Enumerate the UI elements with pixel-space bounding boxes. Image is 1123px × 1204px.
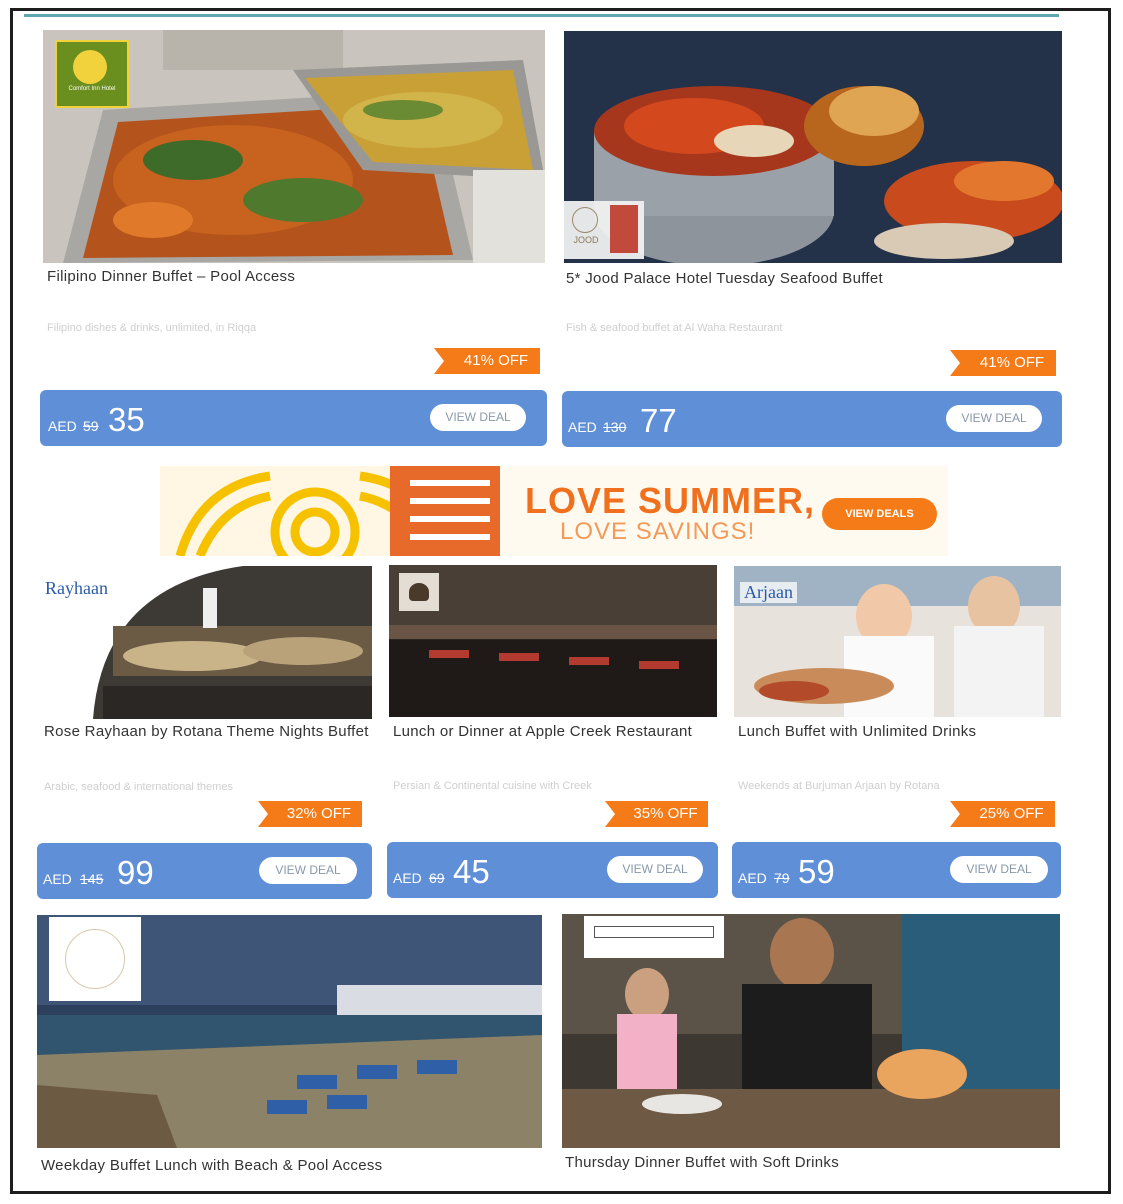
price-bar: AED 145 99 VIEW DEAL xyxy=(37,843,372,899)
deal-subtitle: Arabic, seafood & international themes xyxy=(44,781,233,793)
summer-promo-banner[interactable]: LOVE SUMMER, LOVE SAVINGS! VIEW DEALS xyxy=(160,466,948,556)
price-bar: AED 79 59 VIEW DEAL xyxy=(732,842,1061,898)
deal-title[interactable]: Filipino Dinner Buffet – Pool Access xyxy=(47,268,537,286)
new-price: 77 xyxy=(640,402,677,439)
old-price: 130 xyxy=(603,419,627,435)
new-price: 99 xyxy=(117,854,154,891)
view-deal-button[interactable]: VIEW DEAL xyxy=(950,856,1048,883)
logo-label: Comfort Inn Hotel xyxy=(68,86,116,92)
price-bar: AED 69 45 VIEW DEAL xyxy=(387,842,718,898)
deal-title[interactable]: Weekday Buffet Lunch with Beach & Pool A… xyxy=(41,1157,541,1175)
umbrella-pattern-graphic xyxy=(160,466,500,556)
deal-title[interactable]: Thursday Dinner Buffet with Soft Drinks xyxy=(565,1154,1059,1172)
currency-label: AED xyxy=(568,419,597,435)
price-bar: AED 130 77 VIEW DEAL xyxy=(562,391,1062,447)
apple-creek-logo xyxy=(399,573,439,611)
currency-label: AED xyxy=(43,871,72,887)
new-price: 59 xyxy=(798,853,835,890)
currency-label: AED xyxy=(393,870,422,886)
jood-palace-logo: JOOD xyxy=(564,201,644,259)
deal-title[interactable]: Lunch or Dinner at Apple Creek Restauran… xyxy=(393,723,713,741)
deal-photo-rose-rayhaan[interactable]: Rayhaan xyxy=(43,566,372,719)
old-price: 69 xyxy=(429,870,445,886)
rayhaan-logo: Rayhaan xyxy=(45,578,108,598)
deal-photo-seafood-buffet[interactable]: JOOD xyxy=(564,31,1062,263)
old-price: 79 xyxy=(774,870,790,886)
discount-badge: 41% OFF xyxy=(434,348,540,374)
deal-photo-filipino-buffet[interactable]: Comfort Inn Hotel xyxy=(43,30,545,263)
old-price: 59 xyxy=(83,418,99,434)
view-deal-button[interactable]: VIEW DEAL xyxy=(607,856,703,883)
top-accent-line xyxy=(24,14,1059,17)
discount-badge: 32% OFF xyxy=(258,801,362,827)
logo-label: JOOD xyxy=(573,235,599,245)
deal-photo-beach-buffet[interactable] xyxy=(37,915,542,1148)
deal-title[interactable]: Lunch Buffet with Unlimited Drinks xyxy=(738,723,1058,741)
deal-subtitle: Weekends at Burjuman Arjaan by Rotana xyxy=(738,780,940,792)
deal-subtitle: Fish & seafood buffet at Al Waha Restaur… xyxy=(566,322,783,334)
deal-subtitle: Persian & Continental cuisine with Creek xyxy=(393,780,592,792)
old-price: 145 xyxy=(80,871,104,887)
new-price: 35 xyxy=(108,401,145,438)
deal-title[interactable]: Rose Rayhaan by Rotana Theme Nights Buff… xyxy=(44,723,369,741)
resort-logo xyxy=(49,917,141,1001)
comfort-inn-logo: Comfort Inn Hotel xyxy=(55,40,129,108)
arjaan-logo: Arjaan xyxy=(740,582,797,603)
banner-subline: LOVE SAVINGS! xyxy=(560,518,756,545)
banner-headline: LOVE SUMMER, xyxy=(525,480,816,521)
discount-badge: 35% OFF xyxy=(605,801,708,827)
discount-badge: 25% OFF xyxy=(950,801,1055,827)
currency-label: AED xyxy=(738,870,767,886)
deal-photo-apple-creek[interactable] xyxy=(389,565,717,717)
deal-photo-thursday-buffet[interactable] xyxy=(562,914,1060,1148)
view-deals-button[interactable]: VIEW DEALS xyxy=(822,498,937,530)
deal-subtitle: Filipino dishes & drinks, unlimited, in … xyxy=(47,322,257,334)
deal-title[interactable]: 5* Jood Palace Hotel Tuesday Seafood Buf… xyxy=(566,270,1056,288)
currency-label: AED xyxy=(48,418,77,434)
view-deal-button[interactable]: VIEW DEAL xyxy=(259,857,357,884)
price-bar: AED 59 35 VIEW DEAL xyxy=(40,390,547,446)
new-price: 45 xyxy=(453,853,490,890)
view-deal-button[interactable]: VIEW DEAL xyxy=(946,405,1042,432)
venue-logo xyxy=(584,916,724,958)
view-deal-button[interactable]: VIEW DEAL xyxy=(430,404,526,431)
deal-photo-arjaan-lunch[interactable]: Arjaan xyxy=(734,566,1061,717)
discount-badge: 41% OFF xyxy=(950,350,1056,376)
